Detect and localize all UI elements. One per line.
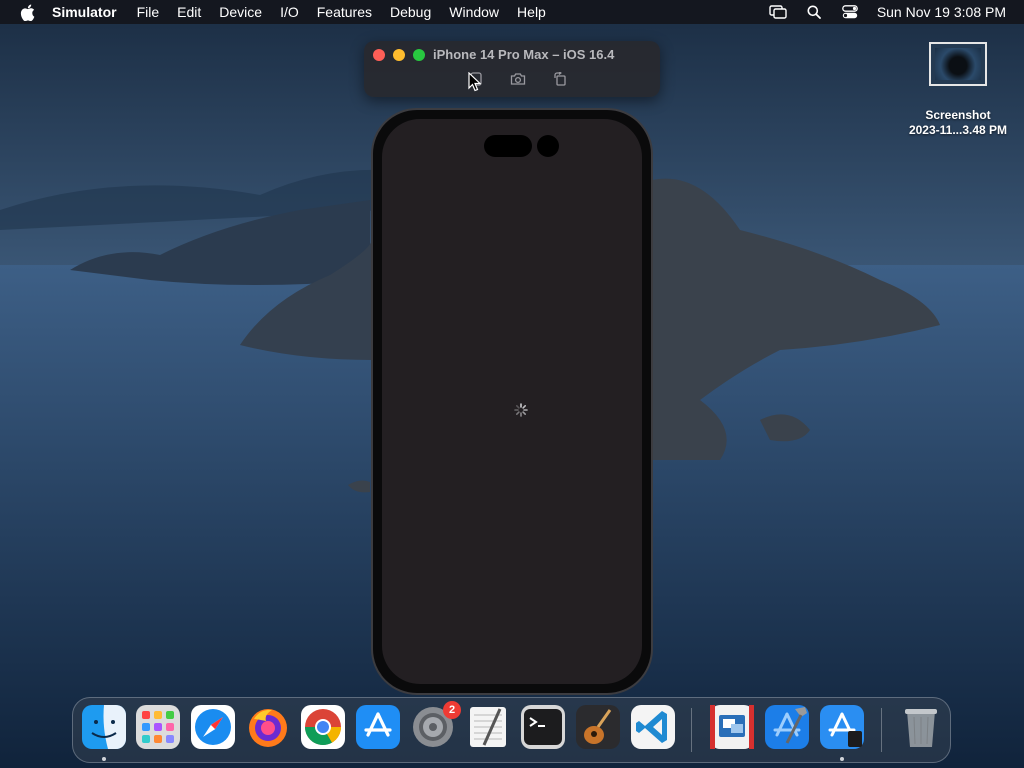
window-close-button[interactable]: [373, 49, 385, 61]
menu-debug[interactable]: Debug: [390, 4, 431, 20]
safari-icon[interactable]: [191, 705, 235, 749]
dock: 2: [72, 697, 951, 763]
window-zoom-button[interactable]: [413, 49, 425, 61]
menu-device[interactable]: Device: [219, 4, 262, 20]
finder-running-indicator: [102, 757, 106, 761]
app-store-icon[interactable]: [356, 705, 400, 749]
iphone-simulator-device: [371, 108, 653, 695]
trash-icon[interactable]: [899, 705, 943, 749]
screenshot-icon[interactable]: [510, 71, 526, 87]
terminal-icon[interactable]: [521, 705, 565, 749]
rotate-icon[interactable]: [552, 71, 568, 87]
finder-icon[interactable]: [82, 705, 126, 749]
simulator-window-title: iPhone 14 Pro Max – iOS 16.4: [433, 47, 615, 62]
window-minimize-button[interactable]: [393, 49, 405, 61]
garageband-icon[interactable]: [576, 705, 620, 749]
iphone-screen[interactable]: [382, 119, 642, 684]
chrome-icon[interactable]: [301, 705, 345, 749]
loading-spinner-icon: [514, 403, 528, 417]
apple-menu-icon[interactable]: [18, 3, 36, 21]
menu-help[interactable]: Help: [517, 4, 546, 20]
search-icon[interactable]: [805, 4, 823, 20]
desktop-screenshot-file[interactable]: Screenshot 2023-11...3.48 PM: [898, 42, 1018, 138]
menu-io[interactable]: I/O: [280, 4, 299, 20]
menu-bar: Simulator File Edit Device I/O Features …: [0, 0, 1024, 24]
desktop-file-name: Screenshot 2023-11...3.48 PM: [908, 108, 1008, 137]
menu-file[interactable]: File: [137, 4, 160, 20]
dynamic-island: [484, 135, 532, 157]
dock-separator: [881, 708, 882, 752]
simulator-window-toolbar: iPhone 14 Pro Max – iOS 16.4: [364, 41, 660, 97]
control-center-icon[interactable]: [841, 4, 859, 20]
firefox-icon[interactable]: [246, 705, 290, 749]
menu-features[interactable]: Features: [317, 4, 372, 20]
simulator-icon[interactable]: [820, 705, 864, 749]
screenshot-thumbnail: [929, 42, 987, 86]
notification-badge: 2: [443, 701, 461, 719]
front-camera: [537, 135, 559, 157]
menu-app-name[interactable]: Simulator: [52, 4, 117, 20]
menu-edit[interactable]: Edit: [177, 4, 201, 20]
mouse-cursor-icon: [468, 71, 482, 97]
textedit-icon[interactable]: [466, 705, 510, 749]
parallels-icon[interactable]: [710, 705, 754, 749]
screen-mirroring-icon[interactable]: [769, 4, 787, 20]
xcode-icon[interactable]: [765, 705, 809, 749]
vscode-icon[interactable]: [631, 705, 675, 749]
menu-bar-clock[interactable]: Sun Nov 19 3:08 PM: [877, 4, 1006, 20]
launchpad-icon[interactable]: [136, 705, 180, 749]
menu-window[interactable]: Window: [449, 4, 499, 20]
dock-separator: [691, 708, 692, 752]
system-settings-icon[interactable]: 2: [411, 701, 461, 749]
simulator-running-indicator: [840, 757, 844, 761]
